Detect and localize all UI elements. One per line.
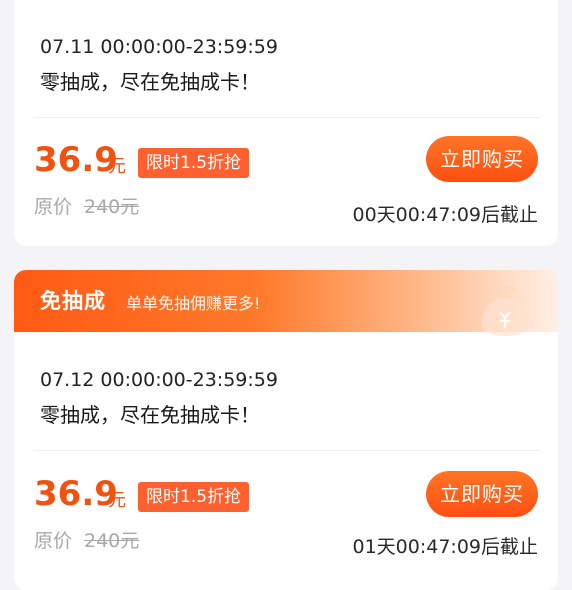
countdown-text: 00天00:47:09后截止 [352, 204, 538, 226]
card-no-commission-0712: 免抽成 单单免抽佣赚更多! 07.12 00:00:00-23:59:59 零抽… [14, 270, 558, 590]
price-unit: 元 [108, 156, 126, 177]
price-value: 36.9 [34, 474, 118, 514]
buy-now-button[interactable]: 立即购买 [426, 136, 538, 182]
original-price-value: 240元 [84, 196, 140, 218]
money-bag-icon [481, 286, 529, 336]
original-price-value: 240元 [84, 530, 140, 552]
original-price-label: 原价 [34, 196, 73, 218]
divider [34, 117, 540, 118]
divider [34, 450, 540, 451]
time-range: 07.11 00:00:00-23:59:59 [40, 36, 278, 58]
price-value: 36.9 [34, 140, 118, 180]
header-title: 免抽成 [40, 289, 106, 313]
price-unit: 元 [108, 490, 126, 511]
original-price-label: 原价 [34, 530, 73, 552]
time-range: 07.12 00:00:00-23:59:59 [40, 369, 278, 391]
card-description: 零抽成，尽在免抽成卡！ [40, 70, 260, 94]
card-description: 零抽成，尽在免抽成卡！ [40, 403, 260, 427]
discount-badge: 限时1.5折抢 [138, 148, 250, 178]
discount-badge: 限时1.5折抢 [138, 482, 250, 512]
header-subtitle: 单单免抽佣赚更多! [126, 294, 261, 313]
countdown-text: 01天00:47:09后截止 [352, 536, 538, 558]
card-no-commission-0711: 07.11 00:00:00-23:59:59 零抽成，尽在免抽成卡！ 36.9… [14, 0, 558, 246]
card-header: 免抽成 单单免抽佣赚更多! [14, 270, 558, 336]
buy-now-button[interactable]: 立即购买 [426, 471, 538, 517]
